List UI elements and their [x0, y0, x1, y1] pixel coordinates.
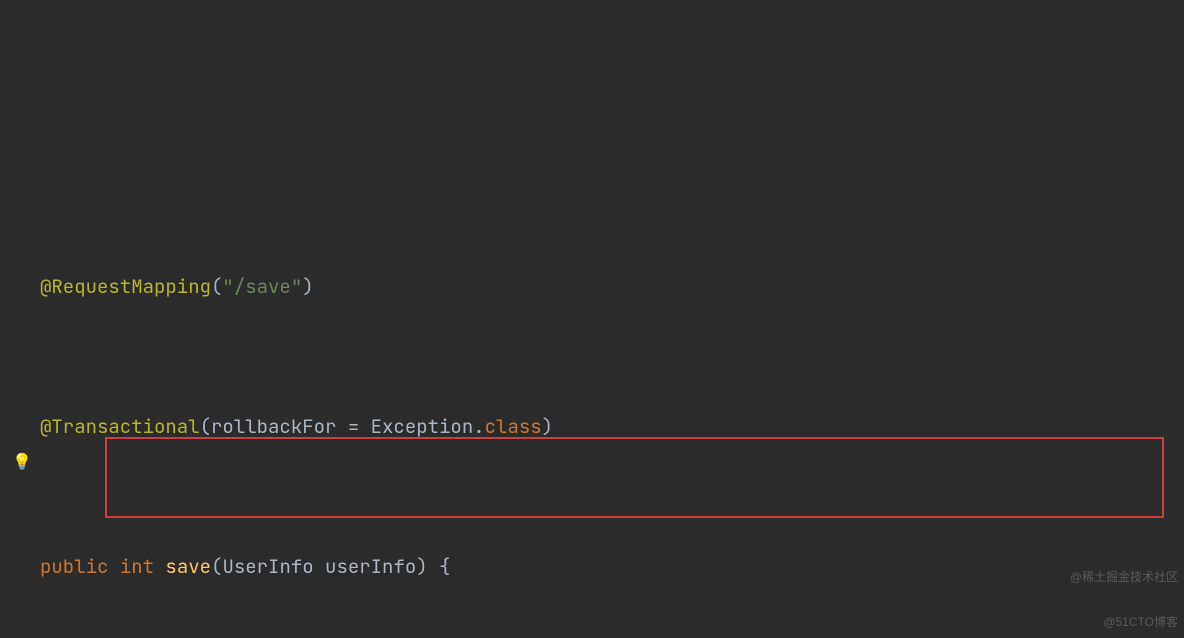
code-line: @Transactional(rollbackFor = Exception.c…	[40, 409, 1184, 444]
punct: )	[302, 274, 313, 299]
code-area[interactable]: @RequestMapping("/save") @Transactional(…	[40, 164, 1184, 638]
annotation: @RequestMapping	[40, 274, 211, 299]
sp	[108, 554, 119, 579]
intention-bulb-icon[interactable]: 💡	[12, 444, 32, 479]
punct: (	[211, 554, 222, 579]
code-editor[interactable]: 💡 @RequestMapping("/save") @Transactiona…	[0, 0, 1184, 638]
keyword: class	[485, 414, 542, 439]
sp	[314, 554, 325, 579]
method-name: save	[165, 554, 211, 579]
keyword: public	[40, 554, 108, 579]
attr: rollbackFor	[211, 414, 336, 439]
gutter: 💡	[0, 0, 36, 638]
punct: .	[473, 414, 484, 439]
punct: )	[542, 414, 553, 439]
annotation: @Transactional	[40, 414, 200, 439]
code-line: public int save(UserInfo userInfo) {	[40, 549, 1184, 584]
keyword: int	[120, 554, 154, 579]
punct: (	[211, 274, 222, 299]
sp	[154, 554, 165, 579]
class-ref: Exception	[371, 414, 474, 439]
param: userInfo	[325, 554, 416, 579]
string-literal: "/save"	[222, 274, 302, 299]
type: UserInfo	[222, 554, 313, 579]
code-line: @RequestMapping("/save")	[40, 269, 1184, 304]
punct: (	[200, 414, 211, 439]
punct: =	[336, 414, 370, 439]
punct: ) {	[416, 554, 450, 579]
